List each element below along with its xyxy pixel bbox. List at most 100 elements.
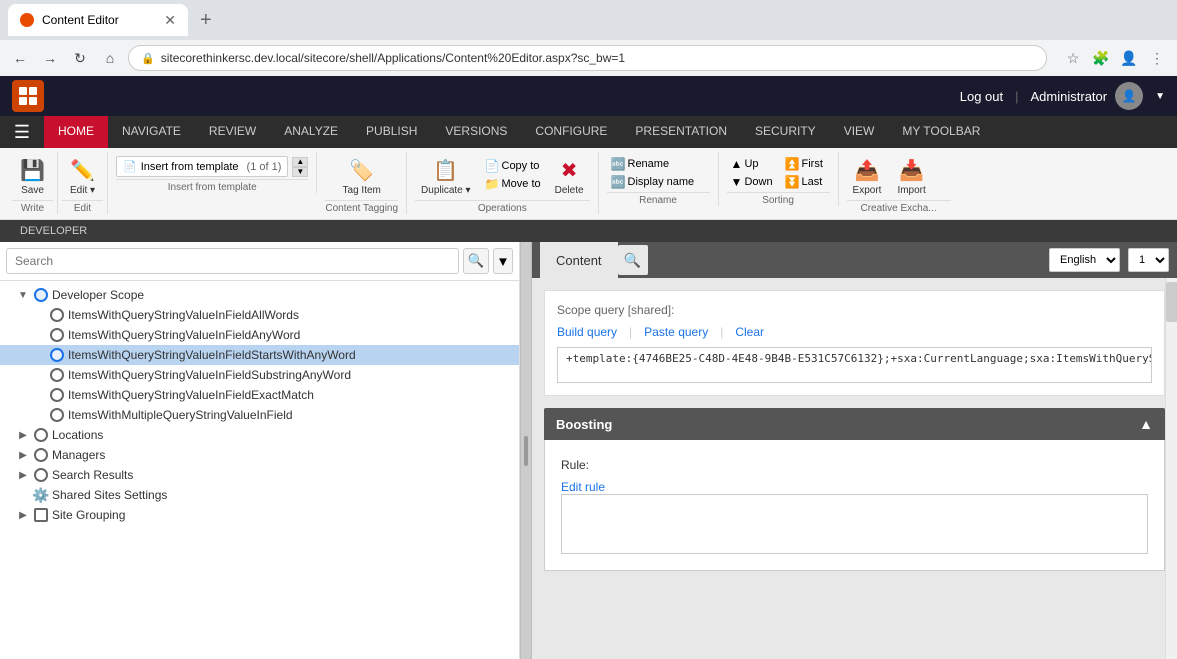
- up-down-group: ▲ Up ▼ Down: [727, 156, 777, 190]
- tree-item-allwords[interactable]: ▶ ItemsWithQueryStringValueInFieldAllWor…: [0, 305, 519, 325]
- tree-toggle-site-grouping[interactable]: ▶: [16, 508, 30, 522]
- tree-item-shared-sites[interactable]: ▶ ⚙️ Shared Sites Settings: [0, 485, 519, 505]
- rename-button[interactable]: 🔤 Rename: [607, 156, 710, 172]
- clear-link[interactable]: Clear: [735, 325, 764, 339]
- tree-item-site-grouping[interactable]: ▶ Site Grouping: [0, 505, 519, 525]
- address-bar[interactable]: 🔒 sitecorethinkersc.dev.local/sitecore/s…: [128, 45, 1047, 71]
- tab-developer[interactable]: DEVELOPER: [8, 220, 99, 242]
- browser-tab[interactable]: Content Editor ✕: [8, 4, 188, 36]
- tab-security[interactable]: SECURITY: [741, 116, 830, 148]
- build-query-link[interactable]: Build query: [557, 325, 617, 339]
- delete-button[interactable]: ✖ Delete: [549, 156, 590, 198]
- content-scrollbar[interactable]: [1165, 278, 1177, 659]
- search-button[interactable]: 🔍: [463, 248, 489, 274]
- scrollbar-thumb[interactable]: [1166, 282, 1177, 322]
- tree-toggle-search-results[interactable]: ▶: [16, 468, 30, 482]
- spin-down-button[interactable]: ▼: [292, 167, 308, 177]
- last-icon: ⏬: [785, 175, 800, 189]
- import-button[interactable]: 📥 Import: [891, 156, 931, 198]
- tree-item-developer-scope[interactable]: ▼ Developer Scope: [0, 285, 519, 305]
- profile-button[interactable]: 👤: [1117, 46, 1141, 70]
- export-label: Export: [853, 185, 882, 196]
- ribbon-sub-tabs: DEVELOPER: [0, 220, 1177, 242]
- tag-item-button[interactable]: 🏷️ Tag Item: [337, 156, 387, 198]
- rule-area[interactable]: [561, 494, 1148, 554]
- tree-icon-search-results: [33, 467, 49, 483]
- language-select[interactable]: English: [1049, 248, 1120, 272]
- tree-toggle-managers[interactable]: ▶: [16, 448, 30, 462]
- ribbon-insert-content: 📄 Insert from template (1 of 1) ▲ ▼: [116, 152, 308, 179]
- tag-item-label: Tag Item: [343, 185, 381, 196]
- edit-rule-link[interactable]: Edit rule: [561, 480, 605, 494]
- tab-presentation[interactable]: PRESENTATION: [621, 116, 741, 148]
- menu-button[interactable]: ⋮: [1145, 46, 1169, 70]
- bookmark-star-button[interactable]: ☆: [1061, 46, 1085, 70]
- circle-icon: [50, 348, 64, 362]
- edit-button[interactable]: ✏️ Edit ▾: [63, 156, 103, 198]
- insert-from-template-button[interactable]: 📄 Insert from template (1 of 1): [116, 156, 288, 177]
- extensions-button[interactable]: 🧩: [1089, 46, 1113, 70]
- boosting-collapse-icon: ▲: [1139, 416, 1153, 432]
- tree-item-search-results[interactable]: ▶ Search Results: [0, 465, 519, 485]
- logout-button[interactable]: Log out: [960, 89, 1003, 104]
- rename-icon: 🔤: [611, 157, 626, 171]
- move-to-icon: 📁: [485, 177, 500, 191]
- down-button[interactable]: ▼ Down: [727, 174, 777, 190]
- ribbon-operations-content: 📋 Duplicate ▾ 📄 Copy to 📁 Move to ✖ Del: [415, 152, 590, 198]
- tab-review[interactable]: REVIEW: [195, 116, 270, 148]
- ribbon-tag-group: 🏷️ Tag Item Content Tagging: [317, 152, 407, 214]
- chevron-down-icon[interactable]: ▼: [1155, 91, 1165, 102]
- browser-tab-close[interactable]: ✕: [164, 12, 176, 29]
- panel-divider[interactable]: [520, 242, 532, 659]
- tab-content[interactable]: Content: [540, 242, 618, 278]
- tree-item-anyword[interactable]: ▶ ItemsWithQueryStringValueInFieldAnyWor…: [0, 325, 519, 345]
- save-button[interactable]: 💾 Save: [13, 156, 53, 198]
- boosting-header[interactable]: Boosting ▲: [544, 408, 1165, 440]
- tab-view[interactable]: VIEW: [830, 116, 889, 148]
- tree-item-multiple[interactable]: ▶ ItemsWithMultipleQueryStringValueInFie…: [0, 405, 519, 425]
- reload-button[interactable]: ↻: [68, 46, 92, 70]
- tree-item-exactmatch[interactable]: ▶ ItemsWithQueryStringValueInFieldExactM…: [0, 385, 519, 405]
- paste-query-link[interactable]: Paste query: [644, 325, 708, 339]
- duplicate-button[interactable]: 📋 Duplicate ▾: [415, 156, 477, 198]
- circle-icon: [50, 328, 64, 342]
- search-input[interactable]: [6, 248, 459, 274]
- last-button[interactable]: ⏬ Last: [781, 174, 827, 190]
- operations-group-label: Operations: [415, 200, 590, 214]
- spin-up-button[interactable]: ▲: [292, 157, 308, 167]
- tree-toggle-locations[interactable]: ▶: [16, 428, 30, 442]
- search-dropdown-button[interactable]: ▼: [493, 248, 513, 274]
- display-name-button[interactable]: 🔤 Display name: [607, 174, 710, 190]
- ribbon-tag-content: 🏷️ Tag Item: [337, 152, 387, 198]
- tree-item-startswith[interactable]: ▶ ItemsWithQueryStringValueInFieldStarts…: [0, 345, 519, 365]
- tab-navigate[interactable]: NAVIGATE: [108, 116, 195, 148]
- tree-toggle-developer-scope[interactable]: ▼: [16, 288, 30, 302]
- tab-analyze[interactable]: ANALYZE: [270, 116, 352, 148]
- home-button[interactable]: ⌂: [98, 46, 122, 70]
- display-name-label: Display name: [628, 176, 695, 188]
- tab-search-button[interactable]: 🔍: [618, 245, 648, 275]
- tree-item-managers[interactable]: ▶ Managers: [0, 445, 519, 465]
- tab-configure[interactable]: CONFIGURE: [521, 116, 621, 148]
- new-tab-button[interactable]: +: [200, 9, 212, 32]
- user-avatar[interactable]: 👤: [1115, 82, 1143, 110]
- tab-publish[interactable]: PUBLISH: [352, 116, 431, 148]
- first-button[interactable]: ⏫ First: [781, 156, 827, 172]
- up-button[interactable]: ▲ Up: [727, 156, 777, 172]
- export-button[interactable]: 📤 Export: [847, 156, 888, 198]
- tree-item-locations[interactable]: ▶ Locations: [0, 425, 519, 445]
- back-button[interactable]: ←: [8, 46, 32, 70]
- version-select[interactable]: 1: [1128, 248, 1169, 272]
- forward-button[interactable]: →: [38, 46, 62, 70]
- tree-item-substring[interactable]: ▶ ItemsWithQueryStringValueInFieldSubstr…: [0, 365, 519, 385]
- hamburger-menu[interactable]: ☰: [8, 118, 36, 146]
- copy-to-button[interactable]: 📄 Copy to: [481, 158, 545, 174]
- tab-my-toolbar[interactable]: MY TOOLBAR: [888, 116, 994, 148]
- tab-versions[interactable]: VERSIONS: [431, 116, 521, 148]
- move-to-button[interactable]: 📁 Move to: [481, 176, 545, 192]
- tree-icon-managers: [33, 447, 49, 463]
- display-name-icon: 🔤: [611, 175, 626, 189]
- tab-home[interactable]: HOME: [44, 116, 108, 148]
- query-box[interactable]: +template:{4746BE25-C48D-4E48-9B4B-E531C…: [557, 347, 1152, 383]
- save-icon: 💾: [20, 158, 45, 183]
